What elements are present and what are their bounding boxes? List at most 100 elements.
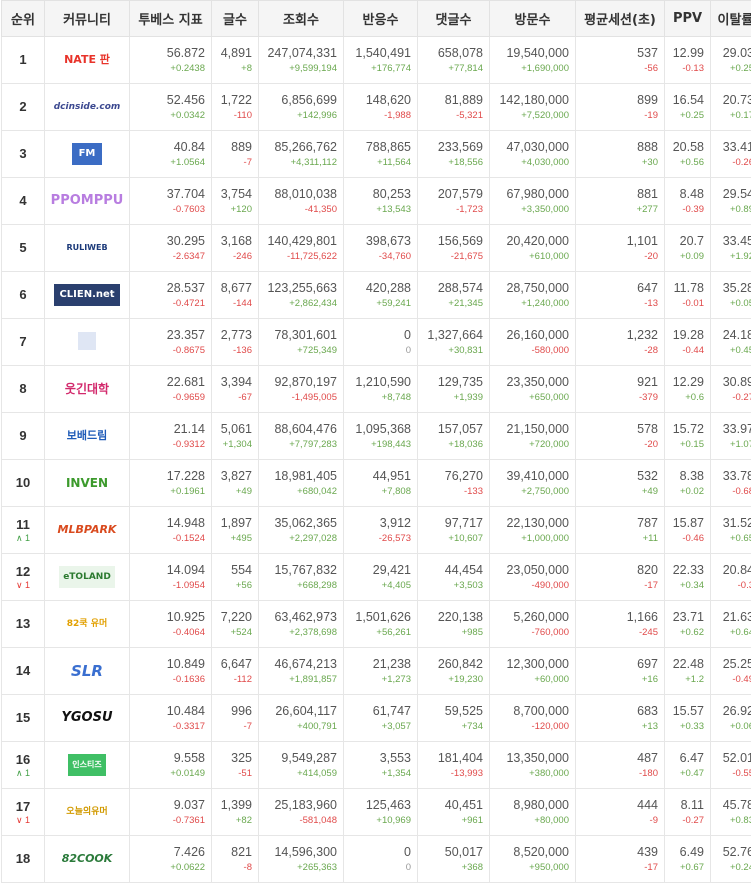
index-change: +0.0149 [170,767,205,779]
rank-cell: 1 [1,36,45,84]
comments-change: -21,675 [450,250,483,262]
table-row[interactable]: 9 보배드림 21.14 -0.9312 5,061 +1,304 88,604,476 +7… [1,412,751,460]
community-cell[interactable]: CLIEN.net [44,271,130,319]
header-posts[interactable]: 글수 [211,0,259,37]
community-cell[interactable]: PPOMPPU [44,177,130,225]
table-row[interactable]: 14 SLR 10.849 -0.1636 6,647 -112 46,674,213 +1,… [1,647,751,695]
ruliweb-logo[interactable]: RULIWEB [66,237,107,259]
comments-change: +18,036 [448,438,483,450]
table-row[interactable]: 16 ∧ 1 인스티즈 9.558 +0.0149 325 -51 9,549,287 +414… [1,741,751,789]
session-cell: 1,101 -20 [575,224,665,272]
table-row[interactable]: 10 INVEN 17.228 +0.1961 3,827 +49 18,981,405 +6… [1,459,751,507]
fmkorea-logo[interactable]: FM [72,143,102,165]
rank-number: 13 [15,616,31,631]
table-row[interactable]: 1 NATE 판 56.872 +0.2438 4,891 +8 247,074,331 +9… [1,36,751,84]
table-row[interactable]: 15 YGOSU 10.484 -0.3317 996 -7 26,604,117 +400,… [1,694,751,742]
community-cell[interactable]: 82쿡 유머 [44,600,130,648]
comments-cell: 44,454 +3,503 [417,553,490,601]
table-row[interactable]: 2 dcinside.com 52.456 +0.0342 1,722 -110 6,856… [1,83,751,131]
bounce-cell: 24.18 +0.45 [710,318,751,366]
table-row[interactable]: 4 PPOMPPU 37.704 -0.7603 3,754 +120 88,010,038… [1,177,751,225]
index-value: 14.948 [166,515,205,530]
session-value: 537 [637,45,658,60]
bounce-cell: 33.45 +1.92 [710,224,751,272]
todayhumor-logo[interactable]: 오늘의유머 [66,801,107,823]
bounce-change: +1.07 [729,438,751,450]
community-cell[interactable]: 보배드림 [44,412,130,460]
header-rank[interactable]: 순위 [1,0,45,37]
humoruniv-logo[interactable]: 웃긴대학 [65,378,109,400]
header-reactions[interactable]: 반응수 [343,0,418,37]
ppv-change: +0.56 [679,156,704,168]
table-row[interactable]: 11 ∧ 1 MLBPARK 14.948 -0.1524 1,897 +495 35,062… [1,506,751,554]
index-value: 30.295 [166,233,205,248]
community-cell[interactable]: 웃긴대학 [44,365,130,413]
community-cell[interactable]: NATE 판 [44,36,130,84]
etoland-logo[interactable]: eTOLAND [59,566,115,588]
session-cell: 921 -379 [575,365,665,413]
nate-logo[interactable]: NATE 판 [64,49,110,71]
ppomppu-logo[interactable]: PPOMPPU [51,190,124,212]
ppv-change: -0.46 [682,532,704,544]
posts-value: 3,754 [220,186,252,201]
rank-cell: 16 ∧ 1 [1,741,45,789]
community-cell[interactable]: 오늘의유머 [44,788,130,836]
table-row[interactable]: 3 FM 40.84 +1.0564 889 -7 85,266,762 +4,311,112… [1,130,751,178]
table-row[interactable]: 5 RULIWEB 30.295 -2.6347 3,168 -246 140,429,80… [1,224,751,272]
ppv-cell: 12.99 -0.13 [664,36,711,84]
ppv-value: 8.48 [679,186,704,201]
views-cell: 18,981,405 +680,042 [258,459,344,507]
visits-cell: 20,420,000 +610,000 [489,224,576,272]
community-logo[interactable] [78,331,96,350]
posts-change: -51 [238,767,252,779]
posts-change: -112 [233,673,252,685]
header-community[interactable]: 커뮤니티 [44,0,130,37]
header-ppv[interactable]: PPV [664,0,711,37]
header-comments[interactable]: 댓글수 [417,0,490,37]
session-cell: 647 -13 [575,271,665,319]
clien-logo[interactable]: CLIEN.net [54,284,120,306]
82cook-logo[interactable]: 82COOK [62,848,113,870]
posts-change: -7 [243,156,252,168]
community-cell[interactable]: INVEN [44,459,130,507]
community-cell[interactable]: RULIWEB [44,224,130,272]
community-cell[interactable]: dcinside.com [44,83,130,131]
index-cell: 17.228 +0.1961 [129,459,212,507]
table-row[interactable]: 8 웃긴대학 22.681 -0.9659 3,394 -67 92,870,197 -1,4… [1,365,751,413]
slr-logo[interactable]: SLR [71,660,103,682]
community-cell[interactable]: MLBPARK [44,506,130,554]
instiz-logo[interactable]: 인스티즈 [68,754,106,776]
humor-logo[interactable]: 82쿡 유머 [67,613,108,635]
table-row[interactable]: 12 ∨ 1 eTOLAND 14.094 -1.0954 554 +56 15,767,83… [1,553,751,601]
community-cell[interactable]: FM [44,130,130,178]
header-views[interactable]: 조회수 [258,0,344,37]
dcinside-logo[interactable]: dcinside.com [54,96,121,118]
bobaedream-logo[interactable]: 보배드림 [67,425,107,447]
community-cell[interactable]: YGOSU [44,694,130,742]
header-index[interactable]: 투베스 지표 [129,0,212,37]
table-row[interactable]: 18 82COOK 7.426 +0.0622 821 -8 14,596,300 +265,… [1,835,751,883]
views-change: -41,350 [304,203,337,215]
visits-value: 23,350,000 [506,374,569,389]
index-change: -1.0954 [172,579,205,591]
inven-logo[interactable]: INVEN [66,472,108,494]
community-cell[interactable] [44,318,130,366]
table-row[interactable]: 17 ∨ 1 오늘의유머 9.037 -0.7361 1,399 +82 25,183,960… [1,788,751,836]
reactions-change: +198,443 [371,438,411,450]
bounce-change: +0.89 [729,203,751,215]
community-cell[interactable]: eTOLAND [44,553,130,601]
ygosu-logo[interactable]: YGOSU [61,707,112,729]
mlbpark-logo[interactable]: MLBPARK [58,519,117,541]
table-row[interactable]: 7 23.357 -0.8675 2,773 -136 78,301,601 +725,34… [1,318,751,366]
community-cell[interactable]: 82COOK [44,835,130,883]
community-cell[interactable]: SLR [44,647,130,695]
community-cell[interactable]: 인스티즈 [44,741,130,789]
table-row[interactable]: 6 CLIEN.net 28.537 -0.4721 8,677 -144 123,255,… [1,271,751,319]
comments-value: 76,270 [444,468,483,483]
header-session[interactable]: 평균세션(초) [575,0,665,37]
index-change: +1.0564 [170,156,205,168]
header-visits[interactable]: 방문수 [489,0,576,37]
header-bounce[interactable]: 이탈률 [710,0,751,37]
table-row[interactable]: 13 82쿡 유머 10.925 -0.4064 7,220 +524 63,462,973… [1,600,751,648]
bounce-change: +0.45 [729,344,751,356]
